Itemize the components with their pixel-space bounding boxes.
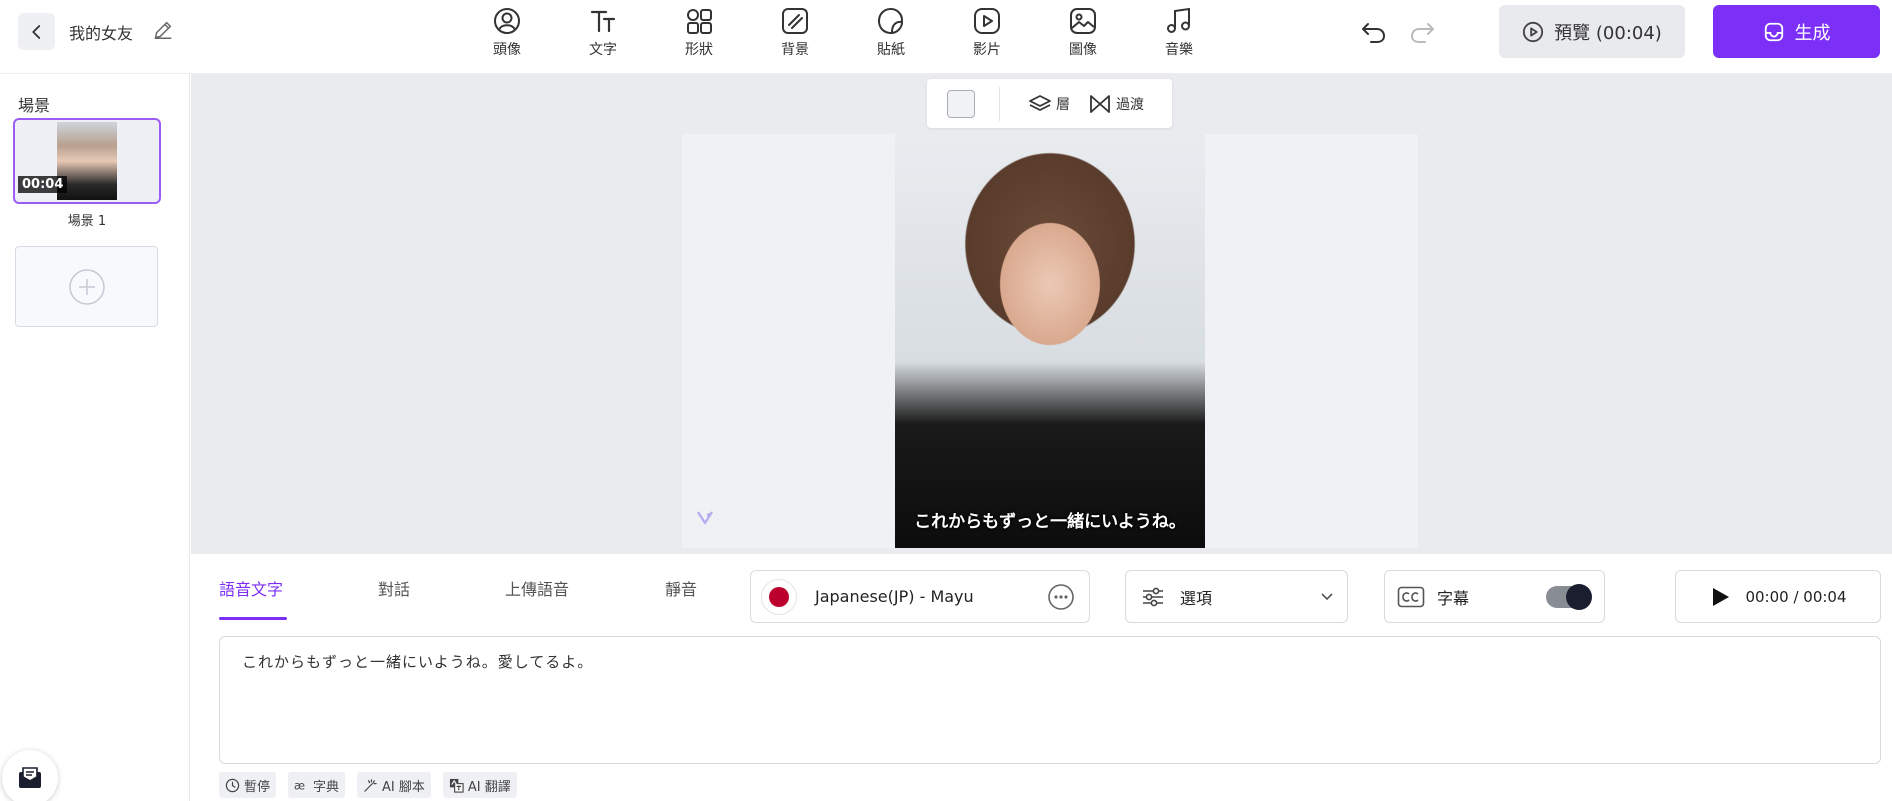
subtitles-control: 字幕 bbox=[1384, 570, 1605, 623]
subtitles-toggle[interactable] bbox=[1546, 583, 1592, 610]
tool-label: 影片 bbox=[973, 42, 1001, 58]
top-bar: 我的女友 頭像 文字 形狀 背景 貼紙 影片 圖像 音樂 預覽 (00:04) … bbox=[0, 0, 1892, 74]
tool-sticker[interactable]: 貼紙 bbox=[843, 0, 939, 74]
dictionary-icon: æ bbox=[294, 779, 305, 792]
tool-music[interactable]: 音樂 bbox=[1131, 0, 1227, 74]
subtitle-overlay[interactable]: これからもずっと一緒にいようね。 bbox=[895, 507, 1205, 532]
translate-icon bbox=[449, 778, 464, 793]
tab-dialogue[interactable]: 對話 bbox=[378, 576, 505, 620]
chip-label: AI 腳本 bbox=[382, 779, 425, 795]
mail-icon bbox=[19, 767, 41, 788]
voice-panel: 語音文字 對話 上傳語音 靜音 Japanese(JP) - Mayu 選項 字… bbox=[200, 554, 1892, 801]
japan-flag-icon bbox=[761, 578, 797, 615]
transition-label: 過渡 bbox=[1116, 96, 1144, 113]
scene-heading: 場景 bbox=[18, 96, 51, 115]
chip-label: AI 翻譯 bbox=[467, 779, 511, 795]
script-textarea[interactable]: これからもずっと一緒にいようね。愛してるよ。 bbox=[219, 636, 1881, 764]
scene-sidebar: 場景 00:04 場景 1 bbox=[0, 74, 190, 801]
transition-button[interactable]: 過渡 bbox=[1088, 93, 1144, 115]
options-dropdown[interactable]: 選項 bbox=[1125, 570, 1348, 623]
voice-name: Japanese(JP) - Mayu bbox=[815, 587, 974, 606]
scene-duration: 00:04 bbox=[18, 176, 68, 193]
chip-label: 暫停 bbox=[244, 779, 271, 795]
time-readout: 00:00 / 00:04 bbox=[1745, 587, 1847, 606]
toggle-knob bbox=[1566, 583, 1592, 610]
tool-label: 頭像 bbox=[493, 42, 521, 58]
music-icon bbox=[1167, 7, 1190, 33]
sliders-icon bbox=[1143, 587, 1163, 606]
add-scene-button[interactable] bbox=[15, 246, 158, 327]
dictionary-chip[interactable]: æ 字典 bbox=[288, 772, 346, 798]
script-tools: 暫停 æ 字典 AI 腳本 AI 翻譯 bbox=[219, 772, 517, 798]
generate-label: 生成 bbox=[1794, 22, 1831, 44]
pencil-icon[interactable] bbox=[152, 19, 174, 41]
scene-label[interactable]: 場景 1 bbox=[0, 210, 174, 229]
options-label: 選項 bbox=[1180, 588, 1213, 608]
voice-tabs: 語音文字 對話 上傳語音 靜音 bbox=[219, 576, 725, 620]
preview-label: 預覽 (00:04) bbox=[1554, 22, 1662, 44]
video-icon bbox=[974, 8, 1000, 34]
closed-captions-icon bbox=[1397, 586, 1425, 607]
background-icon bbox=[782, 8, 808, 34]
brand-logo-icon bbox=[696, 511, 714, 525]
sticker-icon bbox=[877, 7, 903, 35]
preview-button[interactable]: 預覽 (00:04) bbox=[1499, 5, 1685, 58]
generate-button[interactable]: 生成 bbox=[1713, 5, 1880, 58]
more-options-icon[interactable] bbox=[1047, 583, 1075, 611]
subtitles-label: 字幕 bbox=[1437, 588, 1470, 608]
message-button[interactable] bbox=[2, 750, 58, 801]
chevron-down-icon bbox=[1321, 592, 1333, 600]
tool-label: 背景 bbox=[781, 42, 809, 58]
audio-preview-player[interactable]: 00:00 / 00:04 bbox=[1675, 570, 1881, 623]
insert-toolbar: 頭像 文字 形狀 背景 貼紙 影片 圖像 音樂 bbox=[459, 0, 1227, 74]
tool-text[interactable]: 文字 bbox=[555, 0, 651, 74]
tab-mute[interactable]: 靜音 bbox=[665, 576, 725, 620]
chevron-left-icon bbox=[31, 24, 40, 39]
play-icon[interactable] bbox=[1709, 586, 1731, 608]
project-title[interactable]: 我的女友 bbox=[69, 20, 133, 44]
back-button[interactable] bbox=[18, 13, 55, 50]
tool-video[interactable]: 影片 bbox=[939, 0, 1035, 74]
play-circle-icon bbox=[1523, 21, 1544, 42]
clock-icon bbox=[225, 778, 240, 792]
avatar-icon bbox=[494, 8, 520, 34]
pause-chip[interactable]: 暫停 bbox=[219, 772, 277, 798]
shapes-icon bbox=[687, 9, 712, 34]
tool-label: 文字 bbox=[589, 42, 617, 58]
scene-stage[interactable]: これからもずっと一緒にいようね。 bbox=[682, 134, 1418, 548]
svg-text:æ: æ bbox=[294, 779, 305, 792]
layer-label: 層 bbox=[1056, 96, 1070, 113]
text-icon bbox=[590, 10, 616, 33]
canvas-toolbar: 層 過渡 bbox=[927, 79, 1172, 128]
layer-button[interactable]: 層 bbox=[1028, 93, 1070, 115]
scene-thumbnail[interactable]: 00:04 bbox=[13, 118, 161, 204]
plus-circle-icon bbox=[68, 268, 105, 305]
voice-selector[interactable]: Japanese(JP) - Mayu bbox=[750, 570, 1090, 623]
tool-shapes[interactable]: 形狀 bbox=[651, 0, 747, 74]
toolbar-divider bbox=[999, 86, 1000, 121]
image-icon bbox=[1070, 8, 1096, 34]
tab-voice-text[interactable]: 語音文字 bbox=[219, 576, 378, 620]
magic-wand-icon bbox=[364, 778, 377, 792]
transition-icon bbox=[1090, 94, 1110, 113]
inbox-icon bbox=[1764, 22, 1783, 41]
tool-label: 圖像 bbox=[1069, 42, 1097, 58]
background-color-swatch[interactable] bbox=[947, 89, 975, 118]
tool-label: 音樂 bbox=[1165, 42, 1193, 58]
redo-icon[interactable] bbox=[1408, 18, 1436, 46]
ai-script-chip[interactable]: AI 腳本 bbox=[357, 772, 431, 798]
avatar-photo[interactable]: これからもずっと一緒にいようね。 bbox=[895, 134, 1205, 548]
tool-avatar[interactable]: 頭像 bbox=[459, 0, 555, 74]
tool-background[interactable]: 背景 bbox=[747, 0, 843, 74]
undo-icon[interactable] bbox=[1360, 18, 1388, 46]
ai-translate-chip[interactable]: AI 翻譯 bbox=[442, 772, 517, 798]
tool-image[interactable]: 圖像 bbox=[1035, 0, 1131, 74]
tool-label: 形狀 bbox=[685, 42, 713, 58]
tab-upload-voice[interactable]: 上傳語音 bbox=[505, 576, 665, 620]
chip-label: 字典 bbox=[313, 779, 340, 795]
tool-label: 貼紙 bbox=[877, 42, 905, 58]
layers-icon bbox=[1029, 94, 1051, 111]
